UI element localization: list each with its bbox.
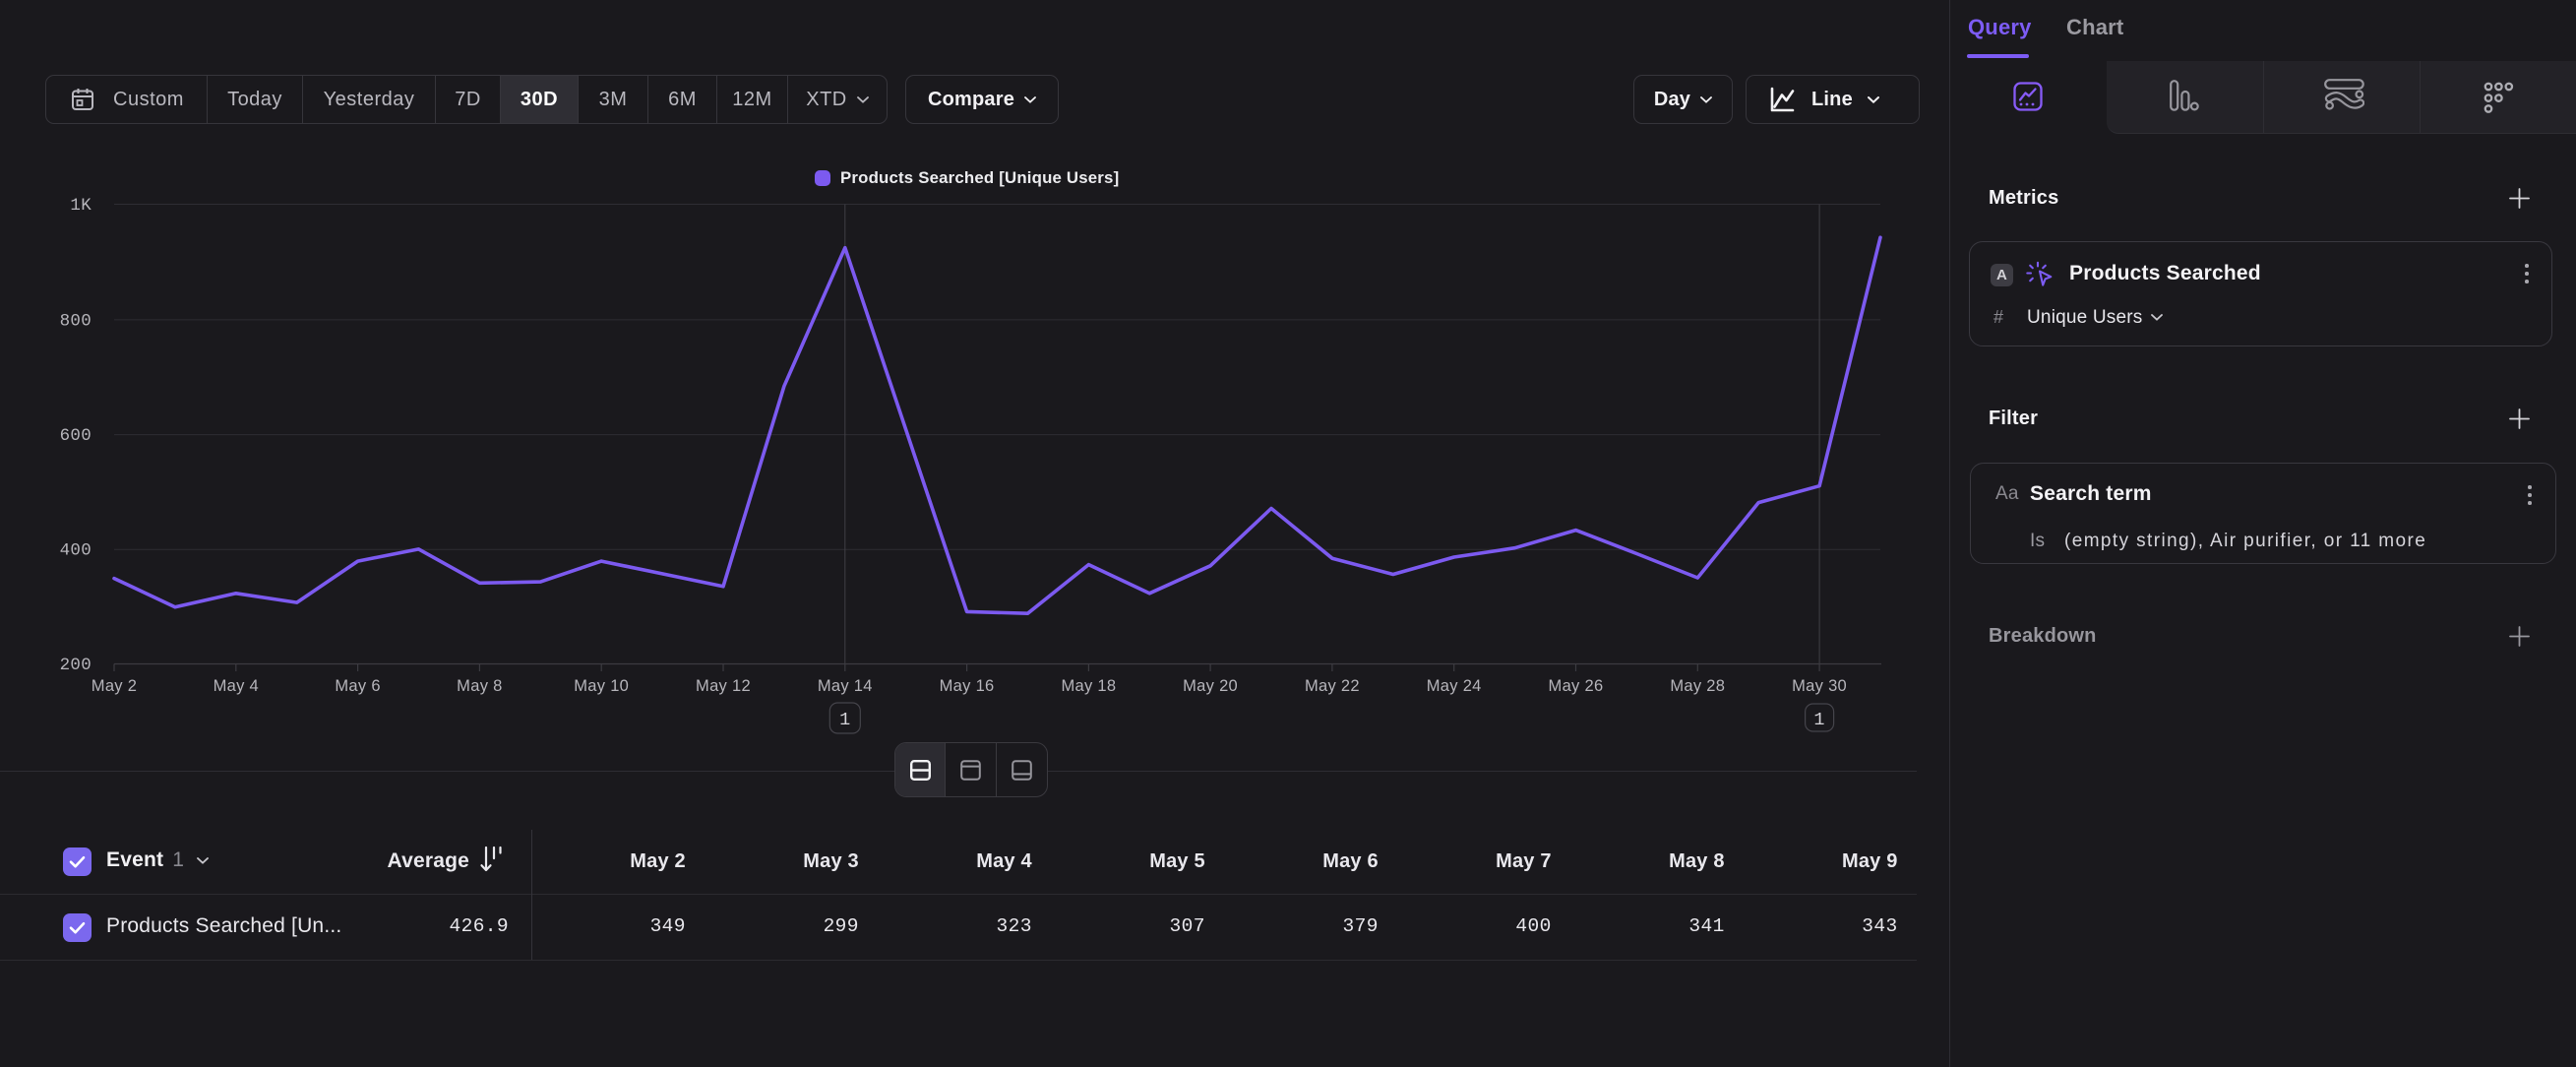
svg-text:1: 1 xyxy=(839,710,850,730)
svg-text:May 22: May 22 xyxy=(1305,677,1360,695)
svg-text:May 28: May 28 xyxy=(1670,677,1725,695)
svg-text:600: 600 xyxy=(60,426,92,446)
svg-text:May 30: May 30 xyxy=(1792,677,1847,695)
svg-text:May 12: May 12 xyxy=(696,677,751,695)
svg-text:400: 400 xyxy=(60,541,92,561)
svg-text:May 6: May 6 xyxy=(335,677,380,695)
svg-text:May 8: May 8 xyxy=(457,677,502,695)
svg-text:May 10: May 10 xyxy=(574,677,629,695)
svg-text:1: 1 xyxy=(1813,710,1824,730)
svg-text:May 18: May 18 xyxy=(1061,677,1116,695)
svg-text:May 16: May 16 xyxy=(940,677,995,695)
svg-text:May 26: May 26 xyxy=(1549,677,1604,695)
svg-text:1K: 1K xyxy=(70,196,92,216)
svg-text:May 2: May 2 xyxy=(92,677,137,695)
svg-text:May 14: May 14 xyxy=(818,677,873,695)
svg-text:May 20: May 20 xyxy=(1183,677,1238,695)
svg-text:May 24: May 24 xyxy=(1427,677,1482,695)
svg-text:800: 800 xyxy=(60,311,92,331)
svg-text:200: 200 xyxy=(60,656,92,675)
svg-text:May 4: May 4 xyxy=(214,677,259,695)
